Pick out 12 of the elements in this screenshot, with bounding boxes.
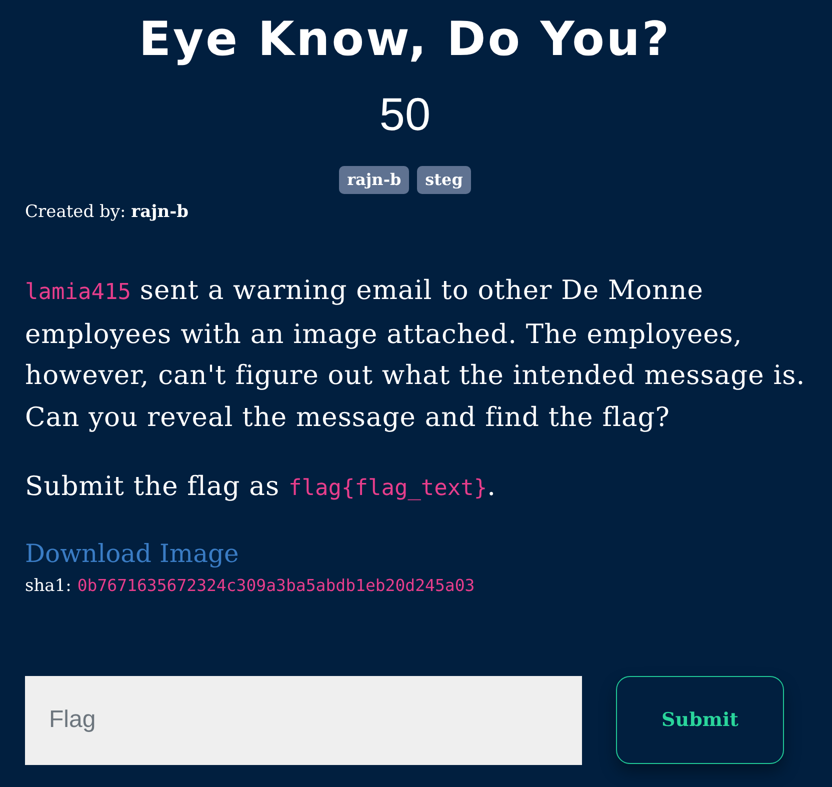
flag-input-field[interactable]: Flag bbox=[25, 676, 582, 764]
tag: rajn-b bbox=[339, 166, 410, 194]
tag: steg bbox=[417, 166, 471, 194]
points-value: 50 bbox=[379, 87, 431, 142]
created-by-text: Created by: rajn-b bbox=[25, 201, 189, 224]
hash-value: 0b7671635672324c309a3ba5abdb1eb20d245a03 bbox=[77, 574, 475, 596]
description-paragraph: lamia415 sent a warning email to other De Monne employees with an image attached. The employees, however, can't figure out what the intended message is. Can you reveal the message and find the flag? bbox=[25, 274, 806, 434]
download-image-link[interactable]: Download Image bbox=[25, 536, 239, 572]
hash-label: sha1: bbox=[25, 574, 72, 598]
description-paragraph: Submit the flag as flag{flag_text}. bbox=[25, 470, 498, 504]
challenge-title: Eye Know, Do You? bbox=[138, 11, 672, 69]
submit-button[interactable]: Submit bbox=[616, 676, 784, 764]
